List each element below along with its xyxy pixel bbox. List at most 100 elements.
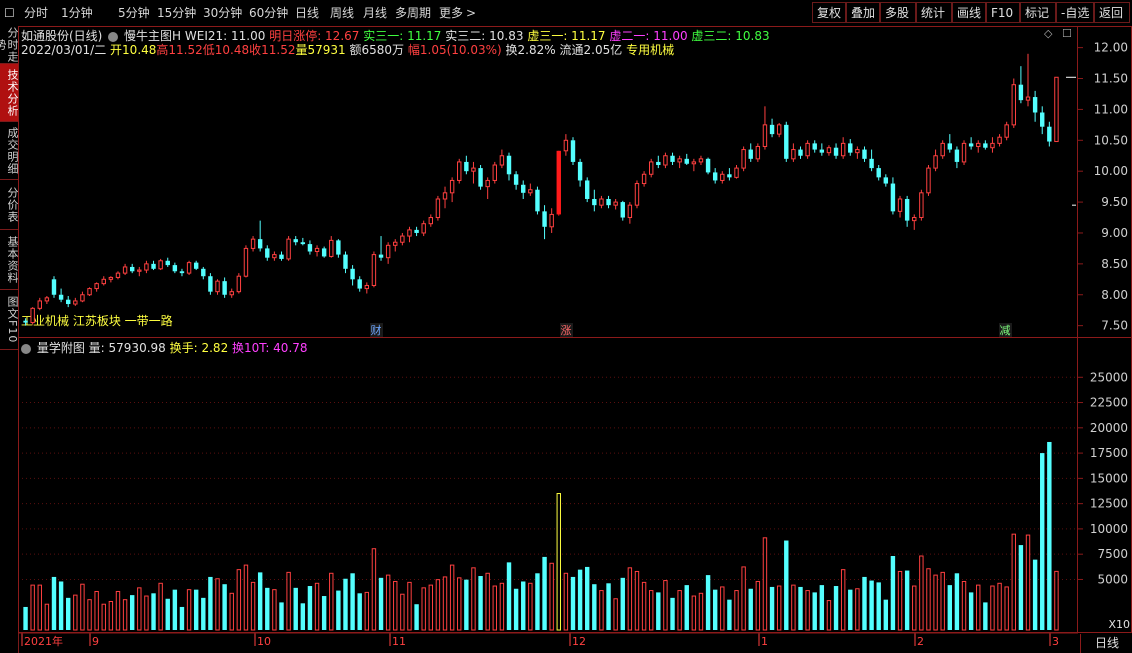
candle-body	[613, 201, 618, 206]
candle-body	[734, 167, 739, 178]
candle-body	[87, 288, 92, 296]
price-axis-label: 7.50	[1101, 319, 1128, 333]
time-axis-label: 2	[917, 635, 924, 648]
candle-body	[904, 198, 910, 221]
candle-body	[997, 136, 1002, 144]
volume-bar	[933, 574, 938, 631]
candle-body	[727, 174, 732, 178]
volume-bar	[897, 570, 903, 631]
candle-body	[51, 279, 57, 295]
volume-bar	[73, 594, 78, 631]
candle-body	[513, 174, 519, 185]
volume-bar	[257, 572, 263, 630]
volume-bar	[570, 576, 576, 630]
candle-body	[577, 161, 583, 181]
volume-bar	[791, 584, 796, 631]
volume-bar	[393, 580, 398, 631]
volume-bar	[23, 606, 28, 630]
candle-body	[272, 254, 277, 259]
volume-bar	[371, 548, 377, 631]
volume-bar	[101, 603, 106, 631]
candle-body	[357, 279, 362, 289]
volume-bar	[1040, 453, 1045, 630]
volume-bar	[542, 556, 547, 630]
candle-body	[627, 204, 633, 219]
volume-bar	[314, 582, 320, 631]
candle-body	[961, 142, 967, 163]
candle-body	[1047, 126, 1052, 142]
event-marker: 财	[371, 323, 382, 337]
volume-bar	[848, 589, 853, 630]
time-axis-label: 2021年	[24, 634, 63, 648]
volume-bar	[144, 595, 149, 631]
candle-body	[122, 266, 128, 274]
volume-bar	[87, 599, 92, 631]
volume-bar	[108, 600, 114, 631]
candle-body	[798, 149, 803, 156]
chart-svg[interactable]: 12.00 11.50 11.00 10.50 10.00 9.50 9.00 8.50 8.0…	[0, 0, 1132, 653]
candle-body	[919, 192, 924, 219]
vol-axis-label: 10000	[1090, 522, 1128, 536]
candle-body	[208, 276, 213, 292]
candle-body	[606, 198, 611, 206]
volume-bar	[279, 602, 284, 630]
volume-bar	[66, 597, 71, 630]
volume-bar	[329, 572, 334, 631]
volume-bar	[556, 493, 561, 631]
volume-bar	[983, 602, 988, 630]
volume-bar	[286, 571, 291, 631]
candle-body	[172, 265, 178, 272]
volume-bar	[784, 540, 789, 630]
volume-bar	[968, 592, 974, 630]
volume-bar	[812, 592, 817, 630]
event-marker: 涨	[561, 324, 572, 337]
candle-body	[741, 149, 746, 169]
candle-body	[179, 271, 185, 274]
candle-body	[812, 143, 817, 150]
volume-bar	[919, 555, 924, 631]
volume-bar	[641, 581, 647, 631]
volume-bar	[449, 564, 455, 631]
volume-bar	[229, 592, 234, 631]
volume-bar	[215, 578, 220, 631]
volume-bar	[656, 592, 661, 630]
candle-body	[336, 240, 341, 255]
candle-body	[698, 158, 704, 163]
candle-body	[1018, 84, 1024, 101]
volume-bar	[336, 590, 341, 630]
candle-body	[1025, 96, 1031, 101]
volume-bar	[364, 591, 370, 631]
candle-body	[968, 143, 974, 147]
candle-body	[897, 198, 903, 212]
candle-body	[862, 149, 867, 159]
volume-bar	[350, 573, 355, 630]
volume-bar	[201, 597, 206, 630]
candle-body	[329, 239, 334, 257]
volume-bar	[691, 595, 697, 631]
candle-body	[748, 149, 753, 159]
candle-body	[556, 150, 561, 215]
volume-bar	[712, 589, 718, 630]
volume-bar	[819, 585, 825, 630]
volume-bar	[521, 581, 526, 630]
volume-bar	[833, 586, 839, 630]
candle-body	[592, 198, 597, 206]
volume-bar	[129, 595, 135, 630]
volume-bar	[80, 583, 85, 631]
volume-bar	[172, 589, 178, 630]
candle-body	[1054, 76, 1059, 143]
volume-bar	[577, 569, 583, 630]
candle-body	[819, 149, 825, 153]
volume-bar	[684, 585, 689, 630]
volume-bar	[1032, 559, 1038, 630]
bottom-period-label[interactable]: 日线	[1080, 634, 1132, 653]
candle-body	[378, 254, 384, 258]
candle-body	[449, 179, 455, 194]
candle-body	[528, 189, 533, 194]
volume-bar	[890, 556, 896, 630]
candle-body	[66, 299, 71, 305]
candle-body	[648, 161, 654, 175]
volume-bar	[44, 603, 50, 631]
volume-bar	[222, 584, 227, 630]
candle-body	[677, 158, 682, 163]
